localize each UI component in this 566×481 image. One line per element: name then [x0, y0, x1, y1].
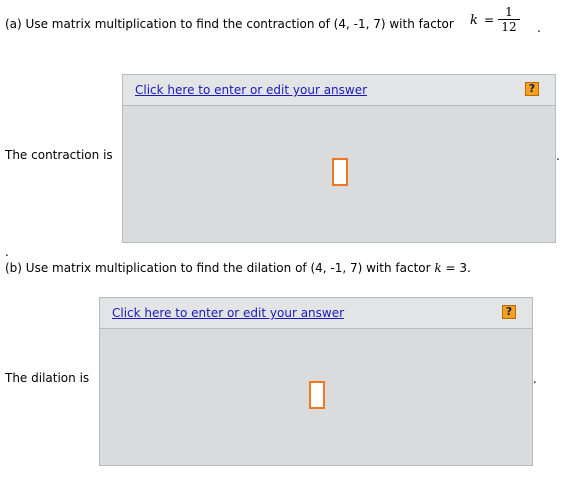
k-variable-b: k [434, 261, 442, 275]
question-b-text: (b) Use matrix multiplication to find th… [5, 261, 431, 275]
fraction-numerator: 1 [505, 5, 513, 19]
question-b-suffix: = 3. [445, 261, 471, 275]
question-b: (b) Use matrix multiplication to find th… [5, 261, 471, 275]
leading-dot-b: . [5, 245, 9, 259]
edit-answer-link-b[interactable]: Click here to enter or edit your answer [112, 306, 344, 320]
trailing-period-b: . [533, 372, 537, 386]
help-icon[interactable]: ? [502, 305, 516, 319]
answer-panel-a-header: Click here to enter or edit your answer … [123, 75, 555, 106]
k-variable-a: k [470, 13, 478, 28]
equals-sign-a: = [484, 13, 495, 27]
help-icon[interactable]: ? [525, 82, 539, 96]
fraction-denominator: 12 [501, 20, 517, 34]
fraction-a: 1 12 [498, 5, 520, 34]
question-a: (a) Use matrix multiplication to find th… [5, 17, 454, 31]
trailing-period-a: . [556, 149, 560, 163]
edit-answer-link-a[interactable]: Click here to enter or edit your answer [135, 83, 367, 97]
answer-input-a[interactable] [332, 158, 348, 186]
question-a-end-mark: . [537, 21, 541, 35]
answer-panel-a: Click here to enter or edit your answer … [122, 74, 556, 243]
question-a-text: (a) Use matrix multiplication to find th… [5, 17, 454, 31]
answer-panel-b-header: Click here to enter or edit your answer … [100, 298, 532, 329]
answer-input-b[interactable] [309, 381, 325, 409]
dilation-label: The dilation is [5, 371, 90, 385]
contraction-label: The contraction is [5, 148, 113, 162]
answer-panel-b: Click here to enter or edit your answer … [99, 297, 533, 466]
